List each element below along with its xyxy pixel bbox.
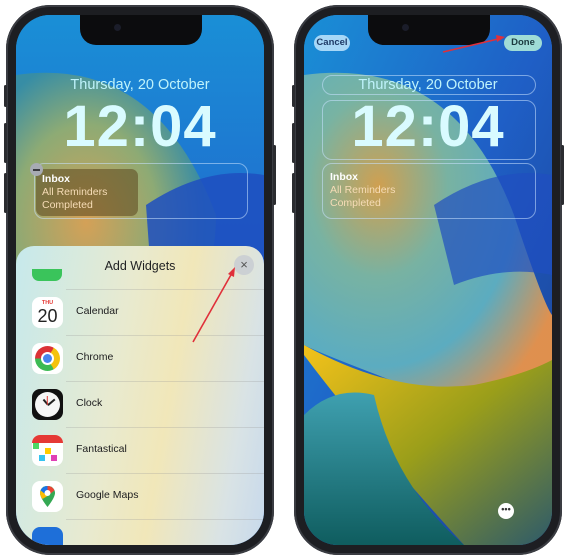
item-label: Clock (76, 397, 103, 409)
widget-list-item-google-maps[interactable]: Google Maps (16, 473, 264, 519)
power-button (561, 145, 564, 205)
lock-date: Thursday, 20 October (70, 77, 210, 93)
divider (66, 473, 264, 474)
more-options-button[interactable]: ••• (498, 503, 514, 519)
calendar-icon-date: 20 (37, 306, 58, 326)
notch (368, 15, 490, 45)
front-camera (114, 24, 121, 31)
fantastical-icon (32, 435, 63, 466)
item-label: Calendar (76, 305, 119, 317)
item-label: Fantastical (76, 443, 127, 455)
power-button (273, 145, 276, 205)
item-label: Chrome (76, 351, 114, 363)
close-icon: × (240, 257, 248, 272)
divider (66, 427, 264, 428)
divider (66, 519, 264, 520)
remove-widget-icon[interactable] (30, 163, 43, 176)
volume-up-button (4, 123, 7, 163)
widget-title: Inbox (330, 171, 358, 183)
widget-line: All Reminders (42, 186, 108, 198)
widget-line: Completed (42, 199, 93, 211)
right-screen: Cancel Done Thursday, 20 October 12:04 I… (304, 15, 552, 545)
widget-line: Completed (330, 197, 381, 209)
widget-list-item-chrome[interactable]: Chrome (16, 335, 264, 381)
silent-switch (4, 85, 7, 107)
item-label: Google Maps (76, 489, 139, 501)
divider (66, 335, 264, 336)
silent-switch (292, 85, 295, 107)
clock-icon (32, 389, 63, 420)
notch (80, 15, 202, 45)
google-maps-icon (32, 481, 63, 512)
volume-down-button (292, 173, 295, 213)
widget-title: Inbox (42, 173, 70, 185)
widget-list-item-fantastical[interactable]: Fantastical (16, 427, 264, 473)
lock-date: Thursday, 20 October (358, 77, 498, 93)
front-camera (402, 24, 409, 31)
app-icon-partial (32, 527, 63, 545)
divider (66, 289, 264, 290)
reminders-widget[interactable]: Inbox All Reminders Completed (36, 169, 138, 216)
more-icon: ••• (501, 504, 511, 514)
chrome-icon (32, 343, 63, 374)
reminders-widget[interactable]: Inbox All Reminders Completed (330, 171, 395, 210)
lock-time: 12:04 (63, 94, 217, 159)
divider (66, 381, 264, 382)
volume-up-button (292, 123, 295, 163)
right-phone: Cancel Done Thursday, 20 October 12:04 I… (292, 5, 564, 555)
widget-list-item-calendar[interactable]: THU 20 Calendar (16, 289, 264, 335)
cancel-button[interactable]: Cancel (314, 35, 350, 51)
sheet-title: Add Widgets (104, 259, 176, 273)
widget-list-item-partial (16, 519, 264, 545)
left-screen: Thursday, 20 October 12:04 Inbox All Rem… (16, 15, 264, 545)
calendar-icon: THU 20 (32, 297, 63, 328)
left-phone: Thursday, 20 October 12:04 Inbox All Rem… (4, 5, 276, 555)
add-widgets-sheet: Add Widgets × THU 20 Calendar Chrome Clo… (16, 246, 264, 545)
lock-time: 12:04 (351, 94, 505, 159)
widget-line: All Reminders (330, 184, 396, 196)
done-button[interactable]: Done (504, 35, 542, 51)
widget-list-item-clock[interactable]: Clock (16, 381, 264, 427)
volume-down-button (4, 173, 7, 213)
close-button[interactable]: × (234, 255, 254, 275)
